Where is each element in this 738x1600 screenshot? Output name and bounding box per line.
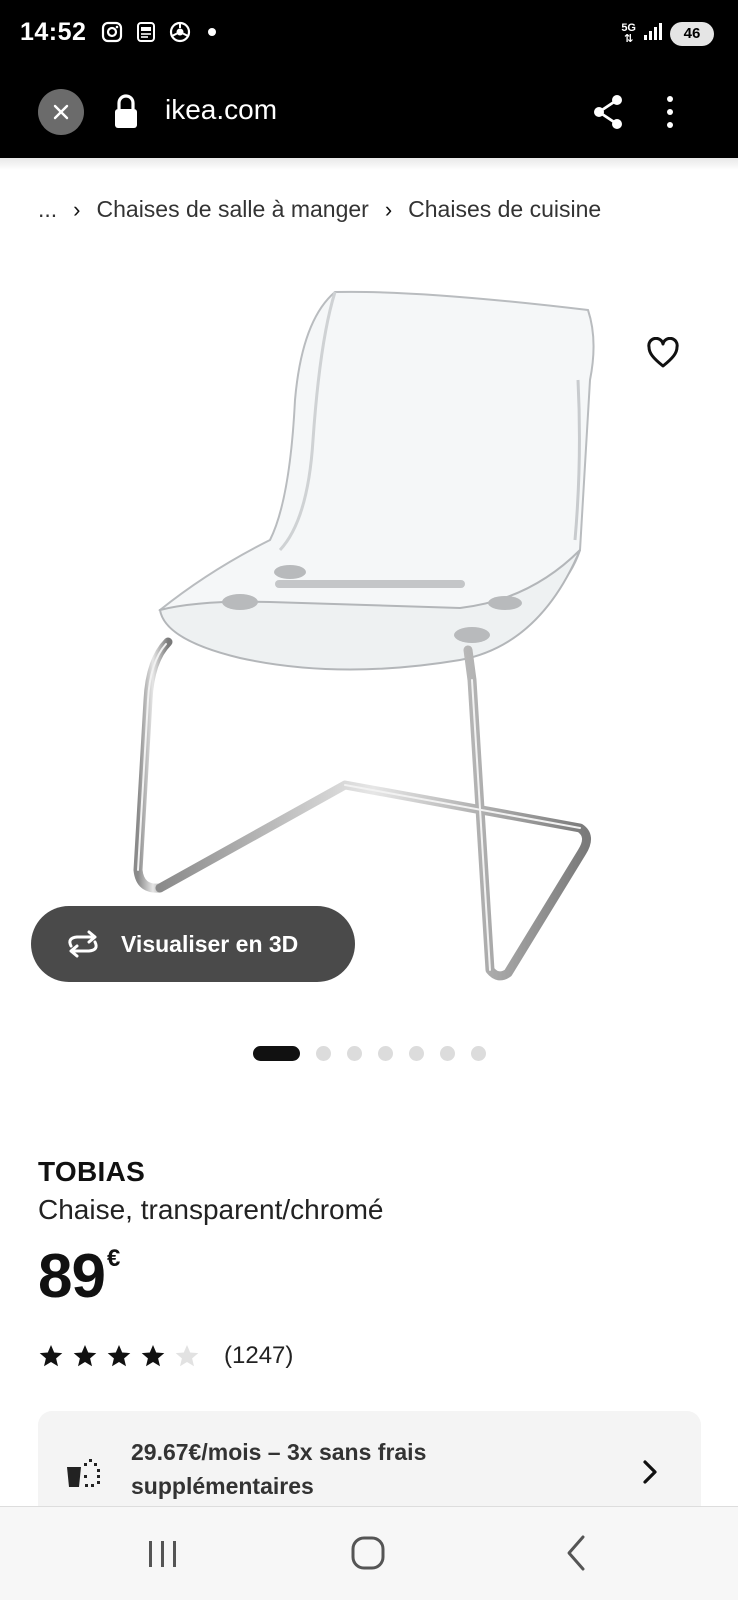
carousel-dot[interactable] [378,1046,393,1061]
heart-icon [647,337,679,368]
price-currency: € [106,1245,121,1272]
breadcrumb-ellipsis[interactable]: ... [38,196,57,223]
breadcrumb-item-dining-chairs[interactable]: Chaises de salle à manger [97,196,369,223]
back-icon[interactable] [563,1533,589,1573]
image-carousel-indicator [253,1046,486,1061]
favorite-button[interactable] [640,330,686,376]
signal-icon [642,20,664,47]
installment-icon [67,1459,100,1487]
star-empty-icon [175,1345,199,1367]
home-icon[interactable] [350,1535,386,1571]
star-filled-icon [73,1345,97,1367]
battery-icon: 46 [670,21,714,46]
carousel-dot[interactable] [347,1046,362,1061]
carousel-dot-active[interactable] [253,1046,300,1061]
carousel-dot[interactable] [409,1046,424,1061]
star-filled-icon [39,1345,63,1367]
url-field[interactable]: ikea.com [165,94,277,126]
lock-icon[interactable] [110,92,142,132]
network-label: 5G [621,21,636,34]
rating[interactable]: (1247) [38,1342,293,1370]
star-filled-icon [141,1345,165,1367]
chrome-icon [168,20,192,44]
carousel-dot[interactable] [440,1046,455,1061]
rotate-3d-icon [68,930,98,958]
more-vert-icon[interactable] [660,92,680,132]
system-navigation-bar [0,1506,738,1600]
notification-dot [208,28,216,36]
price-amount: 89 [38,1242,106,1311]
carousel-dot[interactable] [471,1046,486,1061]
close-tab-button[interactable] [38,89,84,135]
breadcrumb: ... › Chaises de salle à manger › Chaise… [38,196,601,223]
breadcrumb-item-kitchen-chairs[interactable]: Chaises de cuisine [408,196,601,223]
view-in-3d-label: Visualiser en 3D [121,930,299,957]
status-app-icons [100,20,216,44]
recents-icon[interactable] [145,1537,181,1571]
chevron-right-icon [643,1460,657,1484]
toolbar-shadow [0,158,738,170]
payment-plan-text: 29.67€/mois – 3x sans frais supplémentai… [131,1439,427,1499]
breadcrumb-separator: › [73,196,81,222]
breadcrumb-separator: › [384,196,393,222]
star-filled-icon [107,1345,131,1367]
status-time: 14:52 [20,18,87,46]
product-name: TOBIAS [38,1156,146,1187]
browser-toolbar: ikea.com [0,72,738,158]
rating-stars [38,1343,208,1369]
view-in-3d-button[interactable]: Visualiser en 3D [31,906,355,982]
rating-count[interactable]: (1247) [224,1342,293,1370]
news-app-icon [134,20,158,44]
share-icon[interactable] [590,92,626,132]
product-description: Chaise, transparent/chromé [38,1194,384,1225]
close-icon [53,104,69,120]
status-system-icons: 5G ⇅ 46 [621,20,714,47]
status-bar: 14:52 5G ⇅ 46 [0,0,738,72]
network-5g-icon: 5G ⇅ [621,21,636,45]
product-image-chair[interactable] [120,280,620,1010]
product-price: 89 € [38,1245,120,1309]
instagram-icon [100,20,124,44]
carousel-dot[interactable] [316,1046,331,1061]
